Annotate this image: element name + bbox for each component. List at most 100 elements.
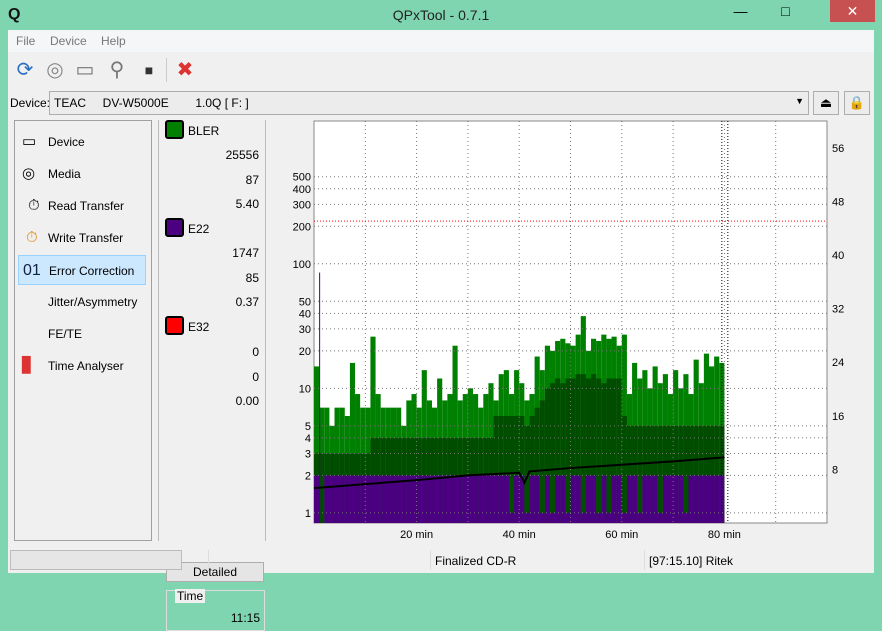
bler-color-swatch[interactable] bbox=[165, 120, 184, 139]
sidebar-item-label: Read Transfer bbox=[48, 199, 125, 213]
y-tick-label: 5 bbox=[305, 421, 311, 433]
sidebar-item-label: Jitter/Asymmetry bbox=[48, 295, 138, 309]
e32-max: 0 bbox=[252, 370, 259, 384]
y2-tick-label: 16 bbox=[832, 411, 844, 423]
e22-bar bbox=[683, 512, 689, 523]
e22-bar bbox=[637, 512, 643, 523]
menu-device[interactable]: Device bbox=[50, 34, 87, 48]
close-button[interactable]: ✕ bbox=[830, 0, 875, 22]
e22-bar bbox=[411, 475, 417, 523]
menu-file[interactable]: File bbox=[16, 34, 35, 48]
e22-bar bbox=[560, 475, 566, 523]
e22-bar bbox=[447, 475, 453, 523]
sidebar-item-write-transfer[interactable]: ⏱ Write Transfer bbox=[18, 223, 146, 253]
y-tick-label: 400 bbox=[293, 184, 311, 196]
y2-tick-label: 48 bbox=[832, 196, 844, 208]
e22-bar bbox=[575, 475, 581, 523]
e22-bar bbox=[401, 475, 407, 523]
e32-color-swatch[interactable] bbox=[165, 316, 184, 335]
bler-typical-bar bbox=[539, 400, 545, 523]
error-chart: 1 2 3 4 5 10 20 30 40 50 100 200 300 400 500 8 16 24 32 40 4… bbox=[270, 115, 870, 545]
settings-tools-icon[interactable]: ✖ bbox=[172, 57, 198, 83]
toolbar-separator bbox=[166, 58, 167, 82]
lock-button[interactable]: 🔒 bbox=[844, 91, 870, 115]
sidebar-item-label: FE/TE bbox=[48, 327, 83, 341]
x-tick-label: 80 min bbox=[708, 529, 741, 541]
bler-label: BLER bbox=[188, 124, 220, 138]
device-value: TEAC DV-W5000E 1.0Q [ F: ] bbox=[54, 96, 249, 110]
e22-bar bbox=[324, 475, 330, 523]
y-tick-label: 4 bbox=[305, 433, 311, 445]
refresh-media-icon[interactable]: ◎ bbox=[42, 57, 68, 83]
e22-bar bbox=[632, 475, 638, 523]
e22-bar bbox=[462, 475, 468, 523]
e22-avg: 0.37 bbox=[235, 295, 259, 309]
sidebar-item-error-correction[interactable]: 01 Error Correction bbox=[18, 255, 146, 285]
eject-button[interactable]: ⏏ bbox=[813, 91, 839, 115]
lock-icon: 🔒 bbox=[848, 95, 866, 110]
bler-typical-bar bbox=[596, 378, 602, 523]
e22-bar bbox=[339, 475, 345, 523]
e22-bar bbox=[534, 475, 540, 523]
sidebar-item-read-transfer[interactable]: ⏱ Read Transfer bbox=[18, 191, 146, 221]
chevron-down-icon: ▼ bbox=[795, 96, 804, 106]
e22-bar bbox=[457, 475, 463, 523]
drive-icon: ▭ bbox=[22, 133, 37, 150]
y-tick-label: 10 bbox=[299, 383, 311, 395]
sidebar-item-device[interactable]: ▭ Device bbox=[18, 127, 146, 157]
e22-bar bbox=[544, 475, 550, 523]
e22-bar bbox=[693, 475, 699, 523]
e22-bar bbox=[642, 475, 648, 523]
e22-bar bbox=[498, 475, 504, 523]
refresh-icon[interactable]: ⟳ bbox=[12, 57, 38, 83]
e22-bar bbox=[452, 475, 458, 523]
device-select[interactable]: TEAC DV-W5000E 1.0Q [ F: ] ▼ bbox=[49, 91, 809, 115]
status-mid: [97:15.10] Ritek bbox=[644, 550, 854, 570]
e22-bar bbox=[514, 475, 520, 523]
e22-bar bbox=[493, 475, 499, 523]
e22-bar bbox=[621, 512, 627, 523]
sidebar-item-media[interactable]: ◎ Media bbox=[18, 159, 146, 189]
y-tick-label: 30 bbox=[299, 324, 311, 336]
e22-bar bbox=[365, 475, 371, 523]
bar-chart-icon: ▊ bbox=[22, 357, 34, 374]
bler-max: 87 bbox=[245, 173, 259, 187]
y-tick-label: 500 bbox=[293, 172, 311, 184]
status-bar: Finalized CD-R [97:15.10] Ritek bbox=[8, 546, 874, 573]
minimize-button[interactable]: — bbox=[718, 0, 763, 22]
device-row: Device: TEAC DV-W5000E 1.0Q [ F: ] ▼ ⏏ 🔒 bbox=[8, 91, 874, 115]
sidebar-item-jitter[interactable]: Jitter/Asymmetry bbox=[18, 287, 146, 317]
e22-color-swatch[interactable] bbox=[165, 218, 184, 237]
x-tick-label: 60 min bbox=[605, 529, 638, 541]
device-icon[interactable]: ▭ bbox=[72, 57, 98, 83]
e22-bar bbox=[529, 475, 535, 523]
y-tick-label: 2 bbox=[305, 470, 311, 482]
e22-bar bbox=[473, 475, 479, 523]
main-window: File Device Help ⟳ ◎ ▭ ⚲ ■ ✖ Device: TEA… bbox=[8, 30, 874, 631]
y2-tick-label: 56 bbox=[832, 143, 844, 155]
time-group: Time 11:15 bbox=[166, 589, 265, 631]
sidebar-item-label: Media bbox=[48, 167, 81, 181]
e22-bar bbox=[406, 475, 412, 523]
scan-icon[interactable]: ⚲ bbox=[104, 57, 130, 83]
e22-bar bbox=[688, 475, 694, 523]
bler-typical-bar bbox=[580, 374, 586, 523]
maximize-button[interactable]: □ bbox=[763, 0, 808, 22]
e32-total: 0 bbox=[252, 345, 259, 359]
bler-typical-bar bbox=[508, 415, 515, 523]
menu-help[interactable]: Help bbox=[101, 34, 126, 48]
disc-icon: ◎ bbox=[22, 165, 36, 182]
y-tick-label: 1 bbox=[305, 508, 311, 520]
e22-bar bbox=[611, 475, 617, 523]
sidebar-item-fete[interactable]: FE/TE bbox=[18, 319, 146, 349]
e22-bar bbox=[314, 475, 320, 523]
sidebar-item-time-analyser[interactable]: ▊ Time Analyser bbox=[18, 351, 146, 381]
e22-bar bbox=[591, 475, 597, 523]
e22-bar bbox=[616, 475, 622, 523]
e22-bar bbox=[508, 512, 515, 523]
stop-icon[interactable]: ■ bbox=[136, 57, 162, 83]
e22-label: E22 bbox=[188, 222, 210, 236]
e22-bar bbox=[355, 475, 361, 523]
error-correction-icon: 01 bbox=[23, 262, 41, 279]
toolbar: ⟳ ◎ ▭ ⚲ ■ ✖ bbox=[8, 54, 874, 86]
